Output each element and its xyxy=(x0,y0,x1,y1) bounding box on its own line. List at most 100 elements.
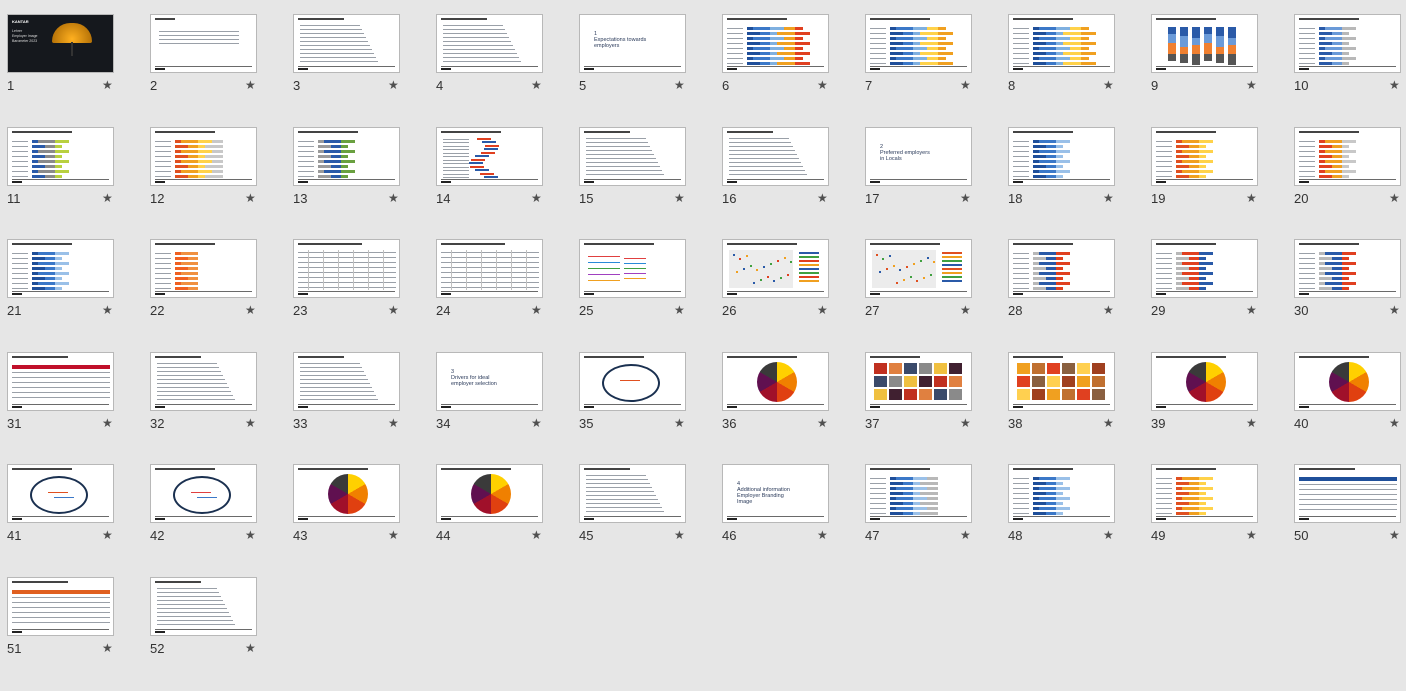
slide-thumbnail[interactable] xyxy=(1294,14,1401,73)
star-icon[interactable]: ★ xyxy=(102,303,113,317)
slide-thumbnail[interactable] xyxy=(1151,351,1258,411)
star-icon[interactable]: ★ xyxy=(245,303,256,317)
slide-thumbnail[interactable] xyxy=(865,239,972,298)
slide-14[interactable]: 14 ★ xyxy=(432,125,552,225)
slide-42[interactable]: 42 ★ xyxy=(146,462,266,562)
slide-thumbnail[interactable]: 2 Preferred employers in Locals xyxy=(865,126,972,186)
slide-17[interactable]: 2 Preferred employers in Locals 17 ★ xyxy=(861,125,981,225)
star-icon[interactable]: ★ xyxy=(817,528,828,542)
slide-41[interactable]: 41 ★ xyxy=(3,462,123,562)
star-icon[interactable]: ★ xyxy=(388,528,399,542)
slide-46[interactable]: 4 Additional information Employer Branding… xyxy=(718,462,838,562)
star-icon[interactable]: ★ xyxy=(102,416,113,430)
star-icon[interactable]: ★ xyxy=(102,641,113,655)
star-icon[interactable]: ★ xyxy=(531,528,542,542)
slide-thumbnail[interactable] xyxy=(436,126,543,186)
slide-21[interactable]: 21 ★ xyxy=(3,237,123,337)
slide-45[interactable]: 45 ★ xyxy=(575,462,695,562)
slide-5[interactable]: 1 Expectations towards employers 5 ★ xyxy=(575,12,695,112)
slide-34[interactable]: 3 Drivers for ideal employer selection 34 ★ xyxy=(432,350,552,450)
star-icon[interactable]: ★ xyxy=(960,78,971,92)
slide-thumbnail[interactable] xyxy=(865,351,972,411)
star-icon[interactable]: ★ xyxy=(960,416,971,430)
slide-thumbnail[interactable] xyxy=(150,126,257,186)
star-icon[interactable]: ★ xyxy=(245,528,256,542)
slide-thumbnail[interactable] xyxy=(1151,126,1258,186)
star-icon[interactable]: ★ xyxy=(1389,303,1400,317)
slide-47[interactable]: 47 ★ xyxy=(861,462,981,562)
star-icon[interactable]: ★ xyxy=(531,303,542,317)
slide-48[interactable]: 48 ★ xyxy=(1004,462,1124,562)
slide-thumbnail[interactable] xyxy=(436,464,543,523)
slide-31[interactable]: 31 ★ xyxy=(3,350,123,450)
slide-thumbnail[interactable]: KANTAR Lehrer Employer Image Barometer 2023 xyxy=(7,14,114,73)
star-icon[interactable]: ★ xyxy=(817,78,828,92)
star-icon[interactable]: ★ xyxy=(1103,528,1114,542)
slide-13[interactable]: 13 ★ xyxy=(289,125,409,225)
star-icon[interactable]: ★ xyxy=(674,78,685,92)
slide-18[interactable]: 18 ★ xyxy=(1004,125,1124,225)
slide-39[interactable]: 39 ★ xyxy=(1147,350,1267,450)
star-icon[interactable]: ★ xyxy=(1246,191,1257,205)
slide-33[interactable]: 33 ★ xyxy=(289,350,409,450)
star-icon[interactable]: ★ xyxy=(960,528,971,542)
star-icon[interactable]: ★ xyxy=(245,78,256,92)
star-icon[interactable]: ★ xyxy=(674,416,685,430)
slide-thumbnail[interactable] xyxy=(293,351,400,411)
slide-35[interactable]: 35 ★ xyxy=(575,350,695,450)
star-icon[interactable]: ★ xyxy=(817,416,828,430)
star-icon[interactable]: ★ xyxy=(1103,78,1114,92)
slide-25[interactable]: 25 ★ xyxy=(575,237,695,337)
slide-thumbnail[interactable] xyxy=(722,351,829,411)
slide-thumbnail[interactable] xyxy=(579,351,686,411)
slide-thumbnail[interactable] xyxy=(293,239,400,298)
star-icon[interactable]: ★ xyxy=(817,191,828,205)
slide-6[interactable]: 6 ★ xyxy=(718,12,838,112)
slide-thumbnail[interactable] xyxy=(722,239,829,298)
star-icon[interactable]: ★ xyxy=(960,303,971,317)
star-icon[interactable]: ★ xyxy=(960,191,971,205)
slide-thumbnail[interactable] xyxy=(436,239,543,298)
star-icon[interactable]: ★ xyxy=(1103,303,1114,317)
slide-44[interactable]: 44 ★ xyxy=(432,462,552,562)
slide-thumbnail[interactable] xyxy=(7,239,114,298)
star-icon[interactable]: ★ xyxy=(1103,191,1114,205)
star-icon[interactable]: ★ xyxy=(1246,78,1257,92)
slide-23[interactable]: 23 ★ xyxy=(289,237,409,337)
star-icon[interactable]: ★ xyxy=(388,303,399,317)
slide-thumbnail[interactable] xyxy=(722,14,829,73)
star-icon[interactable]: ★ xyxy=(245,641,256,655)
slide-thumbnail[interactable] xyxy=(1151,14,1258,73)
slide-thumbnail[interactable] xyxy=(1008,14,1115,73)
slide-thumbnail[interactable]: 4 Additional information Employer Branding… xyxy=(722,464,829,523)
slide-51[interactable]: 51 ★ xyxy=(3,575,123,675)
star-icon[interactable]: ★ xyxy=(674,528,685,542)
slide-9[interactable]: 9 ★ xyxy=(1147,12,1267,112)
slide-thumbnail[interactable] xyxy=(1151,239,1258,298)
slide-thumbnail[interactable] xyxy=(1294,351,1401,411)
slide-thumbnail[interactable] xyxy=(1008,351,1115,411)
slide-1[interactable]: KANTAR Lehrer Employer Image Barometer 2023… xyxy=(3,12,123,112)
slide-15[interactable]: 15 ★ xyxy=(575,125,695,225)
star-icon[interactable]: ★ xyxy=(674,303,685,317)
slide-7[interactable]: 7 ★ xyxy=(861,12,981,112)
star-icon[interactable]: ★ xyxy=(1389,416,1400,430)
star-icon[interactable]: ★ xyxy=(388,416,399,430)
star-icon[interactable]: ★ xyxy=(1246,303,1257,317)
slide-52[interactable]: 52 ★ xyxy=(146,575,266,675)
star-icon[interactable]: ★ xyxy=(1246,528,1257,542)
star-icon[interactable]: ★ xyxy=(1246,416,1257,430)
star-icon[interactable]: ★ xyxy=(1389,78,1400,92)
slide-40[interactable]: 40 ★ xyxy=(1290,350,1406,450)
slide-24[interactable]: 24 ★ xyxy=(432,237,552,337)
slide-30[interactable]: 30 ★ xyxy=(1290,237,1406,337)
slide-thumbnail[interactable] xyxy=(436,14,543,73)
slide-thumbnail[interactable] xyxy=(865,14,972,73)
star-icon[interactable]: ★ xyxy=(102,78,113,92)
slide-thumbnail[interactable] xyxy=(293,464,400,523)
slide-3[interactable]: 3 ★ xyxy=(289,12,409,112)
star-icon[interactable]: ★ xyxy=(531,78,542,92)
slide-22[interactable]: 22 ★ xyxy=(146,237,266,337)
slide-thumbnail[interactable] xyxy=(150,351,257,411)
slide-27[interactable]: 27 ★ xyxy=(861,237,981,337)
